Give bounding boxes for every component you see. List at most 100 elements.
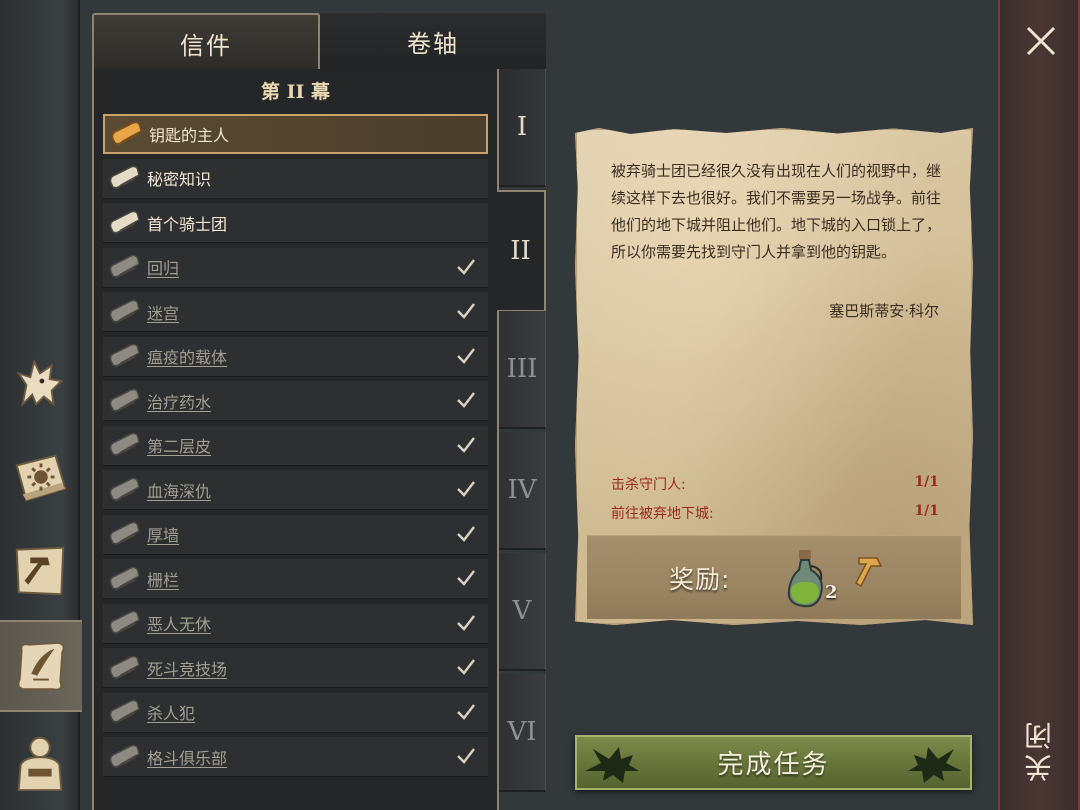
quest-row[interactable]: 杀人犯 (103, 692, 488, 733)
nav-character-button[interactable] (0, 716, 80, 806)
checkmark-icon (457, 258, 475, 275)
scroll-icon (109, 655, 140, 680)
quest-label: 钥匙的主人 (149, 126, 230, 145)
quest-label: 瘟疫的载体 (147, 348, 228, 367)
checkmark-icon (457, 570, 475, 586)
quest-label: 首个骑士团 (147, 214, 228, 234)
checkmark-icon (457, 659, 475, 675)
reward-bar: 奖励: 2 (587, 535, 961, 619)
objective-count: 1/1 (914, 503, 939, 519)
close-label[interactable]: 关闭 (1020, 718, 1060, 782)
act-tab-vi[interactable]: VI (499, 674, 546, 792)
scroll-icon (109, 477, 140, 502)
quest-label: 恶人无休 (147, 615, 212, 634)
scroll-icon (109, 388, 140, 413)
scroll-icon (109, 299, 140, 324)
checkmark-icon (457, 703, 475, 720)
scroll-icon (109, 521, 140, 546)
scroll-icon (109, 210, 140, 235)
close-strip[interactable]: 关闭 (998, 0, 1080, 810)
scroll-icon (109, 610, 140, 635)
checkmark-icon (457, 481, 475, 497)
tab-scrolls[interactable]: 卷轴 (320, 13, 546, 71)
quest-label: 秘密知识 (147, 170, 212, 189)
nav-quest-scroll-button[interactable] (0, 620, 82, 712)
quest-label: 第二层皮 (147, 437, 212, 456)
sun-book-icon (15, 454, 67, 502)
scroll-icon (109, 254, 140, 279)
checkmark-icon (457, 436, 475, 453)
act-tab-iii[interactable]: III (499, 311, 546, 429)
letter-body: 被弃骑士团已经很久没有出现在人们的视野中，继续这样下去也很好。我们不需要另一场战… (611, 162, 942, 261)
quest-label: 格斗俱乐部 (147, 748, 228, 768)
act-tab-iv[interactable]: IV (499, 432, 546, 550)
act-tab-ii[interactable]: II (497, 190, 546, 312)
close-icon[interactable] (1024, 24, 1058, 58)
quest-row[interactable]: 血海深仇 (103, 470, 488, 510)
quest-row[interactable]: 秘密知识 (103, 158, 488, 199)
quest-label: 死斗竞技场 (147, 659, 228, 679)
quest-row[interactable]: 首个骑士团 (103, 203, 488, 243)
tab-letters[interactable]: 信件 (92, 13, 320, 71)
nav-sun-book-button[interactable] (0, 432, 80, 522)
checkmark-icon (457, 748, 475, 764)
act-tab-i[interactable]: I (499, 69, 546, 187)
quest-row[interactable]: 瘟疫的载体 (103, 336, 488, 377)
category-tabs: 信件 卷轴 (92, 13, 546, 71)
hammer-map-icon (15, 546, 65, 596)
nav-hammer-map-button[interactable] (0, 526, 80, 616)
potion-icon[interactable] (781, 548, 829, 610)
scroll-icon (109, 165, 140, 190)
scroll-icon (109, 744, 140, 769)
reward-potion-count: 2 (825, 582, 838, 603)
complete-quest-label: 完成任务 (717, 750, 830, 780)
quest-label: 治疗药水 (147, 392, 212, 412)
nav-wolf-button[interactable] (0, 338, 80, 428)
quest-row[interactable]: 格斗俱乐部 (103, 737, 488, 777)
left-nav-sidebar (0, 0, 82, 810)
quest-scroll-icon (17, 641, 65, 691)
quest-row[interactable]: 栅栏 (103, 559, 488, 599)
raven-icon (908, 747, 962, 783)
quest-row[interactable]: 迷宫 (103, 292, 488, 332)
character-icon (17, 736, 63, 792)
checkmark-icon (457, 525, 475, 542)
act-tab-v[interactable]: V (499, 553, 546, 671)
scroll-icon (109, 699, 140, 724)
quest-label: 血海深仇 (147, 481, 212, 501)
objective-row: 前往被弃地下城: 1/1 (611, 503, 939, 523)
quest-label: 厚墙 (147, 526, 180, 545)
objective-label: 击杀守门人: (611, 477, 686, 493)
quest-row[interactable]: 钥匙的主人 (103, 114, 488, 154)
quest-label: 栅栏 (147, 570, 180, 590)
objective-row: 击杀守门人: 1/1 (611, 474, 939, 494)
checkmark-icon (457, 614, 475, 631)
letter-signature: 塞巴斯蒂安·科尔 (829, 302, 939, 320)
quest-row[interactable]: 厚墙 (103, 514, 488, 555)
objective-count: 1/1 (914, 474, 939, 490)
quest-label: 迷宫 (147, 303, 180, 323)
quest-row[interactable]: 死斗竞技场 (103, 648, 488, 688)
checkmark-icon (457, 303, 475, 319)
reward-label: 奖励: (669, 565, 731, 594)
scroll-icon (109, 432, 140, 457)
quest-row[interactable]: 第二层皮 (103, 425, 488, 466)
checkmark-icon (457, 392, 475, 408)
complete-quest-button[interactable]: 完成任务 (575, 735, 972, 790)
quest-letter: 被弃骑士团已经很久没有出现在人们的视野中，继续这样下去也很好。我们不需要另一场战… (575, 128, 973, 625)
scroll-icon (109, 343, 140, 368)
scroll-icon (111, 121, 142, 146)
wolf-icon (16, 358, 64, 408)
quest-row[interactable]: 回归 (103, 247, 488, 288)
quest-row[interactable]: 治疗药水 (103, 381, 488, 421)
raven-icon (585, 747, 639, 783)
quest-list-panel: 第 II 幕 钥匙的主人秘密知识首个骑士团回归迷宫瘟疫的载体治疗药水第二层皮血海… (92, 69, 499, 810)
quest-row[interactable]: 恶人无休 (103, 603, 488, 644)
checkmark-icon (457, 347, 475, 364)
quest-label: 回归 (147, 259, 180, 278)
act-title: 第 II 幕 (260, 81, 330, 103)
scroll-icon (109, 566, 140, 591)
quest-label: 杀人犯 (147, 704, 196, 723)
hammer-icon[interactable] (853, 554, 885, 588)
objective-label: 前往被弃地下城: (611, 506, 714, 522)
